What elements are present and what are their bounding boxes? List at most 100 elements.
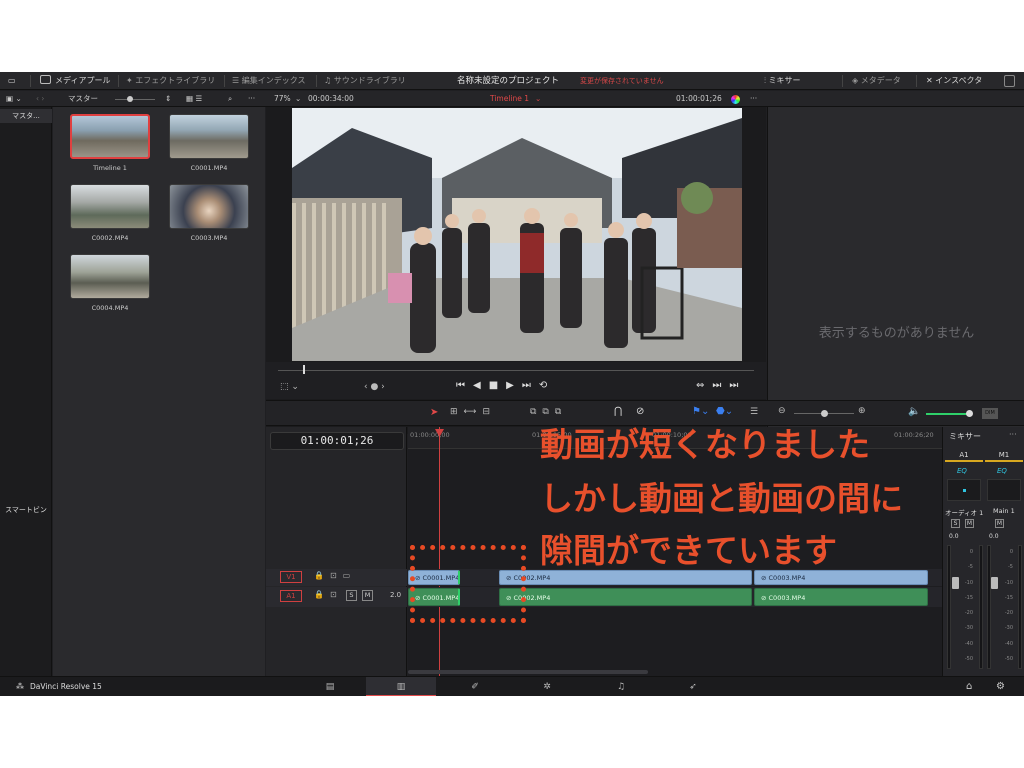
zoom-dropdown-icon[interactable]: ⌄ [295, 93, 301, 105]
video-clip[interactable]: ⊘ C0003.MP4 [754, 570, 928, 585]
timeline-view-icon[interactable]: ☰ [750, 407, 758, 417]
clip-c0001[interactable]: C0001.MP4 [169, 114, 249, 172]
sort-icon[interactable]: ⇕ [165, 93, 171, 105]
zoom-out-icon[interactable]: ⊖ [778, 406, 786, 416]
scale-mark: -5 [968, 564, 973, 571]
gap-highlight-box [410, 545, 526, 623]
clip-timeline-1[interactable]: Timeline 1 [70, 114, 150, 172]
ruler-label: 01:00:26;20 [894, 431, 934, 439]
timeline-dropdown-icon[interactable]: ⌄ [535, 93, 541, 105]
inspector-panel: 表示するものがありません [767, 107, 1024, 434]
deliver-page-tab[interactable]: ➶ [658, 677, 728, 696]
mixer-label: ミキサー [768, 76, 801, 85]
match-frame-icon[interactable]: ‹ ● › [364, 382, 385, 392]
audio-clip[interactable]: ⊘ C0003.MP4 [754, 588, 928, 606]
eq-button[interactable]: EQ [957, 467, 967, 475]
zoom-level[interactable]: 77% [274, 93, 291, 105]
insert-overwrite-icons[interactable]: ⧉⧉⧉ [530, 407, 567, 417]
media-pool-button[interactable]: メディアプール [40, 75, 110, 87]
playhead-marker[interactable] [303, 365, 305, 374]
dim-button[interactable]: DIM [982, 408, 998, 419]
color-wheel-icon[interactable] [731, 93, 740, 105]
select-tool-icon[interactable]: ➤ [430, 407, 438, 418]
master-bin-tab[interactable]: マスタ... [0, 109, 52, 123]
scrubber-track[interactable] [278, 370, 754, 371]
transform-icon[interactable]: ⬚ ⌄ [280, 382, 299, 392]
media-page-tab[interactable]: ▤ [295, 677, 365, 696]
clip-thumbnail [169, 184, 249, 229]
mixer-solo-button[interactable]: S [951, 519, 960, 528]
smart-bin-tab[interactable]: スマートビン [0, 503, 52, 517]
color-page-tab[interactable]: ✲ [512, 677, 582, 696]
fusion-page-tab[interactable]: ✐ [440, 677, 510, 696]
fader-handle-a1[interactable] [952, 577, 959, 589]
track-name-a1[interactable]: A1 [280, 590, 302, 602]
track-name-v1[interactable]: V1 [280, 571, 302, 583]
inspector-label: インスペクタ [935, 76, 983, 85]
video-clip[interactable]: ⊘ C0002.MP4 [499, 570, 752, 585]
clip-c0004[interactable]: C0004.MP4 [70, 254, 150, 312]
fader-handle-main[interactable] [991, 577, 998, 589]
annotation-line-2: しかし動画と動画の間に [540, 479, 903, 518]
clip-c0003[interactable]: C0003.MP4 [169, 184, 249, 242]
nav-arrows-icon[interactable]: ‹ › [36, 93, 44, 105]
playback-controls[interactable]: ⏮◀■▶⏭⟲ [456, 380, 555, 391]
audio1-name: オーディオ 1 [945, 509, 984, 517]
edit-index-label: 編集インデックス [241, 76, 306, 85]
edit-index-button[interactable]: ☰ 編集インデックス [232, 75, 305, 87]
volume-handle[interactable] [966, 410, 973, 417]
mixer-button[interactable]: ⫶ ミキサー [764, 75, 801, 87]
fairlight-page-tab[interactable]: ♫ [586, 677, 656, 696]
media-pool-label: メディアプール [55, 76, 111, 85]
grid-view-icon[interactable]: ▦ ☰ [186, 93, 202, 105]
zoom-slider-handle[interactable] [821, 410, 828, 417]
metadata-label: メタデータ [860, 76, 901, 85]
timeline-scrollbar[interactable] [408, 670, 648, 674]
solo-button[interactable]: S [346, 590, 357, 601]
workspace-icon[interactable]: ▭ [8, 75, 16, 87]
thumbnail-size-slider[interactable] [115, 93, 155, 105]
edit-page-tab[interactable]: ▥ [366, 677, 436, 696]
effects-library-button[interactable]: ✦ エフェクトライブラリ [126, 75, 215, 87]
scale-mark: -15 [1004, 594, 1013, 601]
viewer-options-icon[interactable]: ··· [750, 93, 757, 105]
marker-icon[interactable]: ⬣⌄ [716, 406, 733, 417]
audio-clip[interactable]: ⊘ C0002.MP4 [499, 588, 752, 606]
ruler-label: 01:00:00;00 [410, 431, 450, 439]
snapping-icon[interactable]: ⋂ [614, 406, 622, 417]
record-timecode: 01:00:01;26 [676, 94, 722, 103]
track-lock-icons[interactable]: 🔒⊡▭ [314, 571, 356, 580]
inspector-button[interactable]: ✕ インスペクタ [926, 75, 982, 87]
fullscreen-icon[interactable] [1004, 75, 1015, 87]
panel-toggle-icon[interactable]: ▣ ⌄ [6, 93, 22, 105]
search-icon[interactable]: ⌕ [228, 93, 232, 105]
volume-icon[interactable]: 🔈 [908, 406, 920, 417]
mixer-mute-button[interactable]: M [965, 519, 974, 528]
main-mute-button[interactable]: M [995, 519, 1004, 528]
meter-a1 [947, 545, 951, 669]
home-icon[interactable]: ⌂ [966, 681, 972, 692]
edit-tools-icons[interactable]: ⊞⟷⊟ [450, 407, 496, 417]
metadata-button[interactable]: ◈ メタデータ [852, 75, 901, 87]
mixer-options-icon[interactable]: ··· [1009, 430, 1017, 439]
sound-library-button[interactable]: ♫ サウンドライブラリ [324, 75, 406, 87]
eq-button[interactable]: EQ [997, 467, 1007, 475]
pan-control-m1[interactable] [987, 479, 1021, 501]
zoom-in-icon[interactable]: ⊕ [858, 406, 866, 416]
timeline-name[interactable]: Timeline 1 [490, 93, 529, 105]
scale-mark: -10 [1004, 579, 1013, 586]
scale-mark: -5 [1008, 564, 1013, 571]
more-options-icon[interactable]: ··· [248, 93, 255, 105]
settings-gear-icon[interactable]: ⚙ [996, 681, 1005, 692]
annotation-line-1: 動画が短くなりました [540, 425, 870, 464]
track-lock-icon[interactable]: 🔒⊡ [314, 590, 343, 599]
flag-icon[interactable]: ⚑⌄ [692, 406, 709, 417]
link-icon[interactable]: ⊘ [636, 406, 644, 417]
track-level: 2.0 [390, 591, 402, 599]
volume-slider[interactable] [926, 413, 970, 415]
clip-c0002[interactable]: C0002.MP4 [70, 184, 150, 242]
scale-mark: -50 [1004, 656, 1013, 663]
fullscreen-loop-icons[interactable]: ⇔⏭⏭ [696, 380, 746, 391]
mute-button[interactable]: M [362, 590, 373, 601]
pan-control-a1[interactable] [947, 479, 981, 501]
